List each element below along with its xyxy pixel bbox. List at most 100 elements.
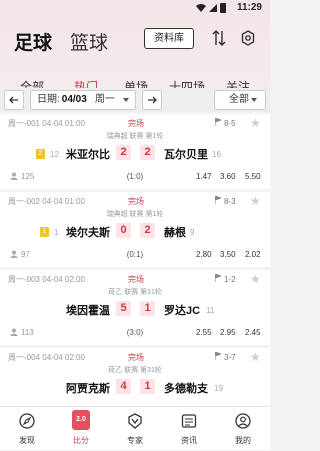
nav-score-label: 比分 [73, 436, 89, 445]
match-status: 完场 [128, 197, 144, 206]
yellow-card-badge: 2 [36, 149, 45, 159]
flag-icon [215, 196, 221, 204]
odds-away: 2.02 [245, 250, 261, 259]
away-rank: 9 [190, 228, 195, 237]
arrow-right-icon [148, 96, 157, 104]
match-code-time: 周一-004 04-04 02:00 [8, 353, 85, 362]
nav-news[interactable]: 资讯 [162, 407, 216, 451]
bottom-nav: 发现 2.0 比分 专家 资讯 我的 [0, 406, 270, 450]
news-icon [181, 414, 197, 428]
home-score: 5 [116, 301, 131, 316]
odds-draw: 3.50 [220, 250, 236, 259]
nav-expert-label: 专家 [127, 436, 143, 445]
league-info: 荷乙 联赛 第31轮 [108, 289, 162, 296]
nav-expert[interactable]: 专家 [108, 407, 162, 451]
away-rank: 19 [214, 384, 223, 393]
match-list: 周一-001 04-04 01:00 完场 8-5 ★ 瑞典超 联赛 第1轮 2… [0, 114, 270, 406]
arrow-left-icon [9, 96, 18, 104]
away-team: 瓦尔贝里 [164, 149, 208, 161]
match-code-time: 周一-002 04-04 01:00 [8, 197, 85, 206]
score-icon: 2.0 [72, 410, 90, 430]
league-filter-value: 全部 [229, 94, 249, 105]
match-status: 完场 [128, 353, 144, 362]
chevron-down-icon [251, 98, 257, 102]
data-library-button[interactable]: 资料库 [144, 28, 194, 49]
away-score: 2 [140, 223, 155, 238]
league-info: 瑞典超 联赛 第1轮 [106, 211, 164, 218]
profile-icon [235, 413, 251, 429]
signal-icon [209, 4, 217, 12]
odds-away: 2.45 [245, 328, 261, 337]
away-score: 2 [140, 145, 155, 160]
away-rank: 16 [212, 150, 221, 159]
status-icons [196, 3, 226, 13]
match-card[interactable]: 周一-002 04-04 01:00 完场 8-3 ★ 瑞典超 联赛 第1轮 1… [0, 192, 270, 267]
odds-draw: 2.95 [220, 328, 236, 337]
compass-icon [19, 413, 35, 429]
star-icon[interactable]: ★ [250, 116, 261, 130]
nav-news-label: 资讯 [181, 436, 197, 445]
match-code-time: 周一-003 04-04 02:00 [8, 275, 85, 284]
away-team: 罗达JC [164, 305, 201, 317]
nav-discover-label: 发现 [19, 436, 35, 445]
date-bar: 日期: 04/03 周一 全部 [0, 88, 270, 112]
next-day-button[interactable] [142, 90, 162, 110]
odds-home: 2.80 [196, 250, 212, 259]
star-icon[interactable]: ★ [250, 194, 261, 208]
wifi-icon [196, 4, 206, 12]
status-time: 11:29 [236, 2, 262, 13]
tab-football[interactable]: 足球 [14, 28, 53, 57]
date-weekday: 周一 [94, 94, 115, 105]
odds-draw: 3.60 [220, 172, 236, 181]
home-score: 0 [116, 223, 131, 238]
nav-score[interactable]: 2.0 比分 [54, 407, 108, 451]
match-card[interactable]: 周一-003 04-04 02:00 完场 1-2 ★ 荷乙 联赛 第31轮 埃… [0, 270, 270, 345]
match-status: 完场 [128, 275, 144, 284]
away-score: 1 [140, 301, 155, 316]
corner-count: 8-5 [224, 119, 236, 128]
star-icon[interactable]: ★ [250, 272, 261, 286]
odds-home: 1.47 [196, 172, 212, 181]
match-card[interactable]: 周一-004 04-04 02:00 完场 3-7 ★ 荷乙 联赛 第31轮 阿… [0, 348, 270, 406]
flag-icon [215, 118, 221, 126]
date-value: 04/03 [61, 94, 87, 105]
corner-count: 8-3 [224, 197, 236, 206]
status-bar: 11:29 [0, 0, 270, 16]
league-info: 荷乙 联赛 第31轮 [108, 367, 162, 374]
match-card[interactable]: 周一-001 04-04 01:00 完场 8-5 ★ 瑞典超 联赛 第1轮 2… [0, 114, 270, 189]
sort-icon[interactable] [212, 30, 226, 46]
home-team: 埃尔夫斯 [66, 227, 110, 239]
odds-home: 2.55 [196, 328, 212, 337]
match-code-time: 周一-001 04-04 01:00 [8, 119, 85, 128]
home-score: 2 [116, 145, 131, 160]
away-team: 多德勒支 [164, 383, 208, 395]
league-info: 瑞典超 联赛 第1轮 [106, 133, 164, 140]
home-team: 埃因霍温 [66, 305, 110, 317]
tab-football-label: 足球 [14, 33, 53, 54]
expert-icon [128, 413, 142, 429]
flag-icon [215, 274, 221, 282]
away-team: 赫根 [164, 227, 186, 239]
battery-icon [220, 3, 226, 13]
tab-basketball[interactable]: 篮球 [70, 28, 108, 55]
nav-discover[interactable]: 发现 [0, 407, 54, 451]
nav-profile-label: 我的 [235, 436, 251, 445]
away-score: 1 [140, 379, 155, 394]
star-icon[interactable]: ★ [250, 350, 261, 364]
flag-icon [215, 352, 221, 360]
home-team: 阿贾克斯 [66, 383, 110, 395]
chevron-down-icon [123, 98, 129, 102]
odds-away: 5.50 [245, 172, 261, 181]
corner-count: 1-2 [224, 275, 236, 284]
league-filter-select[interactable]: 全部 [214, 90, 266, 110]
match-status: 完场 [128, 119, 144, 128]
prev-day-button[interactable] [4, 90, 24, 110]
nav-profile[interactable]: 我的 [216, 407, 270, 451]
away-rank: 11 [206, 306, 215, 315]
home-team: 米亚尔比 [66, 149, 110, 161]
date-label: 日期: [37, 94, 60, 105]
gear-icon[interactable] [240, 30, 256, 46]
home-score: 4 [116, 379, 131, 394]
date-selector[interactable]: 日期: 04/03 周一 [30, 90, 136, 110]
corner-count: 3-7 [224, 353, 236, 362]
